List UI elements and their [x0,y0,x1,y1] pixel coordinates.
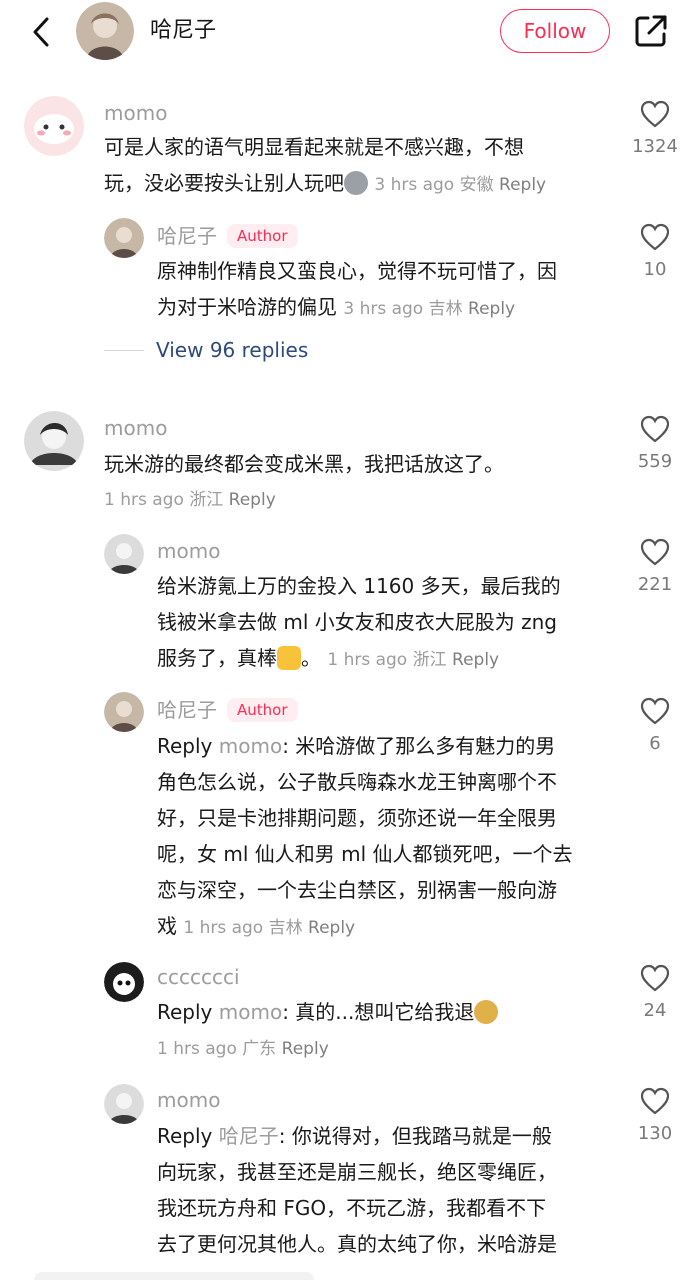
like-button[interactable]: 221 [628,538,682,595]
money-bag-emoji-icon [474,1000,499,1024]
comment-text: 给米游氪上万的金投入 1160 多天，最后我的 钱被米拿去做 ml 小女友和皮衣… [157,574,561,670]
like-button[interactable]: 559 [628,415,682,472]
comment-text: Reply momo: 米哈游做了那么多有魅力的男 角色怎么说，公子散兵嗨森水龙… [157,734,573,938]
avatar[interactable] [104,962,144,1002]
reply-target[interactable]: momo [219,1000,282,1024]
avatar[interactable] [24,411,84,471]
thumbs-up-emoji-icon [277,646,301,670]
chevron-left-icon [33,17,49,47]
author-badge: Author [227,224,298,248]
reply-button[interactable]: Reply [499,175,546,195]
heart-icon [640,964,670,992]
reply-button[interactable]: Reply [282,1039,329,1059]
comment-username[interactable]: momo [157,538,220,564]
comment-username[interactable]: 哈尼子 Author [157,697,298,723]
author-badge: Author [227,698,298,722]
comment-time: 1 hrs ago 广东 [157,1039,277,1059]
back-button[interactable] [24,12,58,52]
comment-time: 1 hrs ago 浙江 [104,490,224,510]
share-icon [635,15,667,47]
comment-time: 1 hrs ago 浙江 [327,650,447,670]
comment-meta: 1 hrs ago 广东 Reply [157,1036,329,1062]
reply-button[interactable]: Reply [468,299,515,319]
share-button[interactable] [632,12,670,50]
author-avatar[interactable] [76,2,134,60]
reply-button[interactable]: Reply [308,918,355,938]
reply-prefix: Reply [157,1124,213,1148]
reply-button[interactable]: Reply [452,650,499,670]
like-button[interactable]: 130 [628,1087,682,1144]
comment-text: 玩米游的最终都会变成米黑，我把话放这了。 [104,452,504,476]
comment-time: 3 hrs ago 安徽 [374,175,494,195]
reply-target[interactable]: 哈尼子 [219,1124,279,1148]
avatar[interactable] [104,218,144,258]
heart-icon [640,1087,670,1115]
comment-input-bar[interactable] [34,1272,314,1280]
reply-target[interactable]: momo [219,734,282,758]
heart-icon [640,697,670,725]
like-count: 10 [643,259,667,280]
comment-text: 原神制作精良又蛮良心，觉得不玩可惜了，因 为对于米哈游的偏见 3 hrs ago… [157,259,557,319]
follow-button[interactable]: Follow [500,9,610,53]
comment-username[interactable]: momo [157,1087,220,1113]
comment-meta: 1 hrs ago 浙江 Reply [104,487,276,513]
like-button[interactable]: 24 [628,964,682,1021]
comment-username[interactable]: 哈尼子 Author [157,223,298,249]
like-button[interactable]: 10 [628,223,682,280]
heart-icon [640,538,670,566]
view-replies-label: View 96 replies [156,338,309,362]
avatar[interactable] [104,534,144,574]
like-count: 1324 [632,136,678,157]
like-button[interactable]: 1324 [628,100,682,157]
heart-icon [640,415,670,443]
like-button[interactable]: 6 [628,697,682,754]
page-title: 哈尼子 [150,18,217,43]
comment-time: 1 hrs ago 吉林 [183,918,303,938]
comment-text: 可是人家的语气明显看起来就是不感兴趣，不想 玩，没必要按头让别人玩吧 3 hrs… [104,135,547,195]
avatar[interactable] [104,1084,144,1124]
comment-time: 3 hrs ago 吉林 [343,299,463,319]
heart-icon [640,100,670,128]
sad-face-emoji-icon [344,171,368,195]
comment-text: Reply 哈尼子: 你说得对，但我踏马就是一般 向玩家，我甚至还是崩三舰长，绝… [157,1124,557,1256]
reply-prefix: Reply [157,734,213,758]
avatar[interactable] [24,96,84,156]
heart-icon [640,223,670,251]
comment-username[interactable]: momo [104,100,167,126]
comment-username[interactable]: momo [104,415,167,441]
like-count: 559 [637,451,673,472]
like-count: 130 [637,1123,673,1144]
top-bar: 哈尼子 Follow [0,0,698,64]
reply-prefix: Reply [157,1000,213,1024]
like-count: 24 [643,1000,667,1021]
like-count: 6 [649,733,661,754]
comment-text: Reply momo: 真的...想叫它给我退 [157,994,617,1030]
divider [104,349,144,351]
reply-button[interactable]: Reply [229,490,276,510]
avatar[interactable] [104,692,144,732]
like-count: 221 [637,574,673,595]
view-replies-button[interactable]: View 96 replies [104,338,308,362]
comment-username[interactable]: ccccccci [157,964,240,990]
